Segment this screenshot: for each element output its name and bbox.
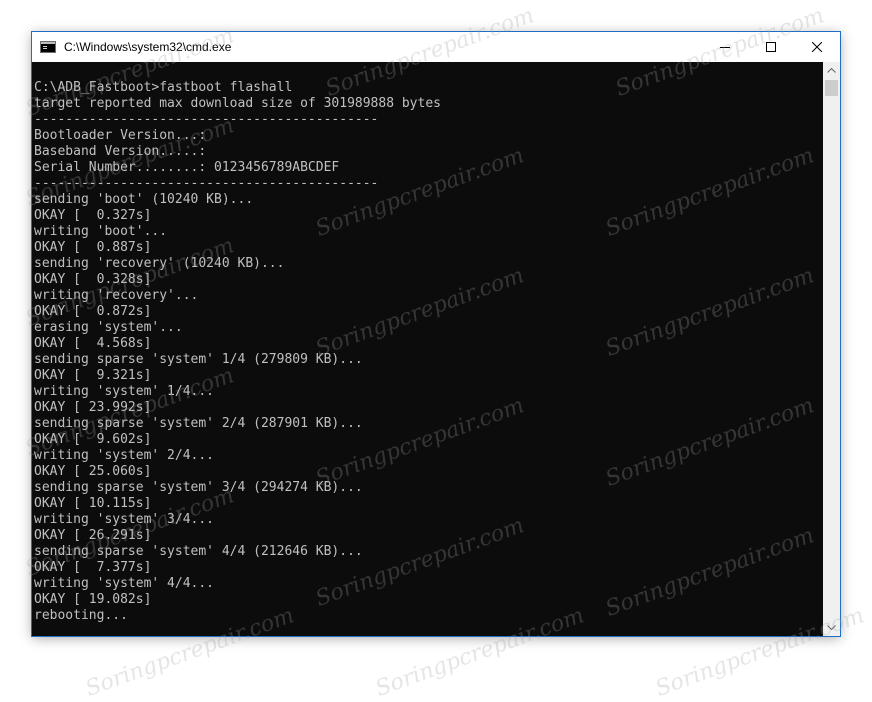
console-line: C:\ADB_Fastboot>fastboot flashall bbox=[34, 80, 293, 95]
console-line: sending sparse 'system' 4/4 (212646 KB).… bbox=[34, 544, 363, 559]
console-line: OKAY [ 19.082s] bbox=[34, 592, 152, 607]
caption-buttons bbox=[702, 32, 840, 62]
console-line: writing 'system' 1/4... bbox=[34, 384, 215, 399]
console-line: OKAY [ 0.872s] bbox=[34, 304, 152, 319]
console-line: sending 'boot' (10240 KB)... bbox=[34, 192, 254, 207]
console-line: OKAY [ 4.568s] bbox=[34, 336, 152, 351]
close-button[interactable] bbox=[794, 32, 840, 62]
vertical-scrollbar[interactable] bbox=[823, 62, 840, 636]
console-line: rebooting... bbox=[34, 608, 128, 623]
console-line: OKAY [ 9.602s] bbox=[34, 432, 152, 447]
scroll-thumb[interactable] bbox=[825, 80, 838, 96]
console-line: OKAY [ 26.291s] bbox=[34, 528, 152, 543]
minimize-button[interactable] bbox=[702, 32, 748, 62]
scroll-up-button[interactable] bbox=[823, 62, 840, 79]
console-line: target reported max download size of 301… bbox=[34, 96, 441, 111]
console-line: writing 'boot'... bbox=[34, 224, 168, 239]
console-line: sending sparse 'system' 2/4 (287901 KB).… bbox=[34, 416, 363, 431]
close-icon bbox=[812, 42, 822, 52]
maximize-icon bbox=[766, 42, 776, 52]
scroll-up-arrow-icon bbox=[827, 68, 836, 73]
console-line: sending sparse 'system' 1/4 (279809 KB).… bbox=[34, 352, 363, 367]
console-line: writing 'system' 2/4... bbox=[34, 448, 215, 463]
console-line: Bootloader Version...: bbox=[34, 128, 207, 143]
console-line: ----------------------------------------… bbox=[34, 176, 379, 191]
console-line: Baseband Version.....: bbox=[34, 144, 207, 159]
console-line: OKAY [ 25.060s] bbox=[34, 464, 152, 479]
console-line: OKAY [ 23.992s] bbox=[34, 400, 152, 415]
console-line: OKAY [ 10.115s] bbox=[34, 496, 152, 511]
scroll-down-button[interactable] bbox=[823, 619, 840, 636]
scroll-down-arrow-icon bbox=[827, 625, 836, 630]
console-line: Serial Number........: 0123456789ABCDEF bbox=[34, 160, 340, 175]
console-line: sending 'recovery' (10240 KB)... bbox=[34, 256, 285, 271]
console-line: erasing 'system'... bbox=[34, 320, 183, 335]
console-line: OKAY [ 0.887s] bbox=[34, 240, 152, 255]
window-title: C:\Windows\system32\cmd.exe bbox=[64, 40, 232, 54]
cmd-window: C:\Windows\system32\cmd.exe C:\ADB_Fastb… bbox=[32, 32, 840, 636]
console-line: OKAY [ 0.328s] bbox=[34, 272, 152, 287]
console-line: OKAY [ 9.321s] bbox=[34, 368, 152, 383]
console-line: writing 'system' 3/4... bbox=[34, 512, 215, 527]
console-line: OKAY [ 0.327s] bbox=[34, 208, 152, 223]
maximize-button[interactable] bbox=[748, 32, 794, 62]
title-bar[interactable]: C:\Windows\system32\cmd.exe bbox=[32, 32, 840, 62]
minimize-icon bbox=[720, 47, 730, 48]
console-line: OKAY [ 7.377s] bbox=[34, 560, 152, 575]
console-line: writing 'recovery'... bbox=[34, 288, 199, 303]
cmd-icon[interactable] bbox=[40, 41, 56, 53]
console-line: writing 'system' 4/4... bbox=[34, 576, 215, 591]
console-line: sending sparse 'system' 3/4 (294274 KB).… bbox=[34, 480, 363, 495]
console-line: ----------------------------------------… bbox=[34, 112, 379, 127]
console-output[interactable]: C:\ADB_Fastboot>fastboot flashall target … bbox=[32, 62, 823, 636]
console-text: C:\ADB_Fastboot>fastboot flashall target … bbox=[32, 62, 823, 624]
